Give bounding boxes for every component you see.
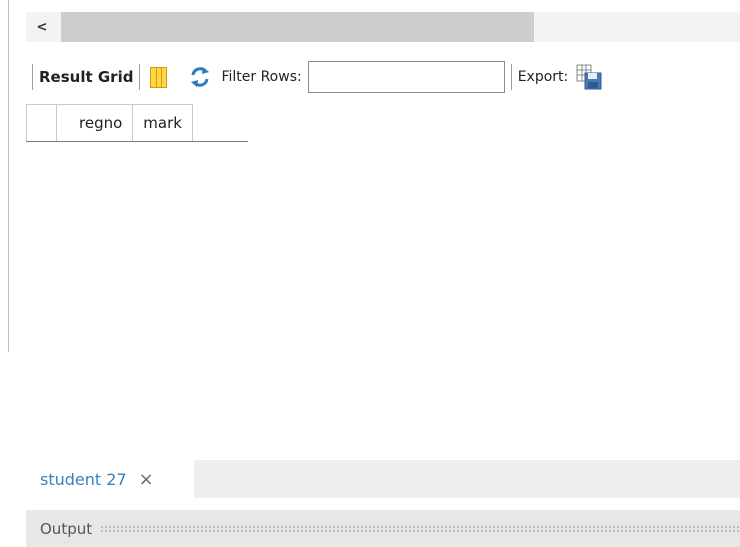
column-header-mark[interactable]: mark [132,104,194,142]
toolbar-separator [139,64,141,90]
horizontal-scrollbar[interactable]: < [26,12,740,42]
grid-header-row: regno mark [26,104,194,142]
drag-grip[interactable] [100,525,740,532]
panel-left-border [8,0,9,352]
export-icon[interactable] [576,64,602,90]
column-header-regno[interactable]: regno [55,104,134,142]
toolbar-separator [510,64,512,90]
output-label: Output [40,519,93,538]
tab-label: student 27 [40,469,127,489]
result-panel: < Result Grid Filter Rows: Export: regno… [0,0,740,547]
result-grid[interactable]: regno mark [26,104,194,142]
toolbar-separator [32,64,33,90]
grid-header-underline [26,141,248,142]
output-panel-header[interactable]: Output [26,510,740,547]
row-header-cell[interactable] [26,104,57,142]
columns-icon[interactable] [150,66,168,88]
filter-rows-input[interactable] [307,61,505,93]
filter-rows-label: Filter Rows: [221,69,302,85]
result-tab-strip: student 27 × [26,460,740,498]
result-grid-button[interactable]: Result Grid [39,68,133,86]
refresh-icon[interactable] [189,66,211,88]
export-label: Export: [517,69,569,85]
scroll-left-arrow-icon[interactable]: < [26,12,58,42]
result-toolbar: Result Grid Filter Rows: Export: [26,57,740,97]
close-icon[interactable]: × [139,469,154,490]
scroll-thumb[interactable] [61,12,534,42]
tab-student-27[interactable]: student 27 × [26,460,194,498]
